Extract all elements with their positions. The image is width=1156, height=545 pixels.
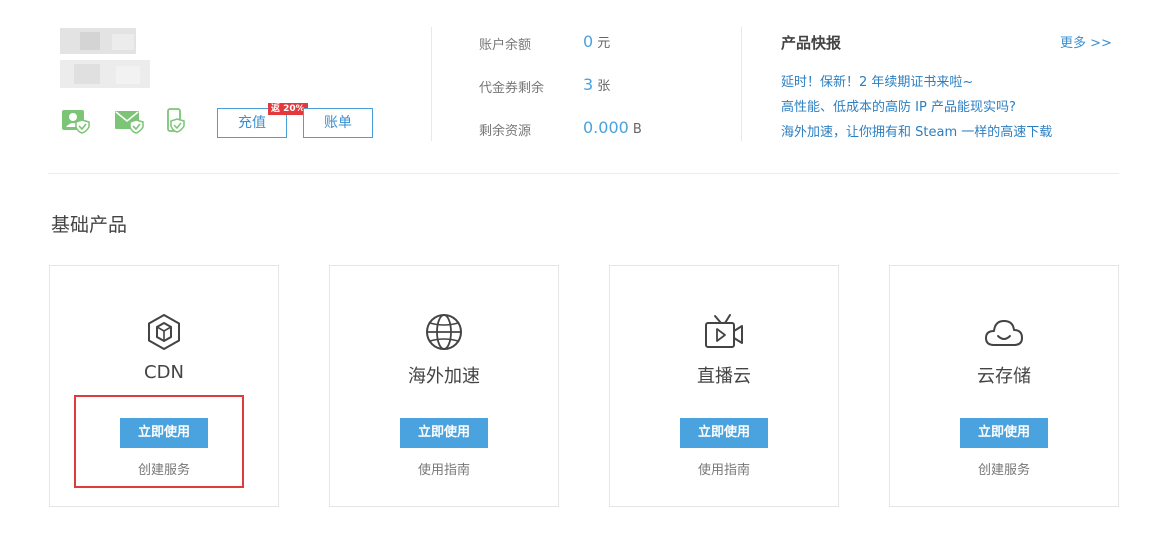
create-service-link[interactable]: 创建服务 xyxy=(890,459,1118,478)
product-card-cloud-storage: 云存储 立即使用 创建服务 xyxy=(889,265,1119,507)
news-item[interactable]: 海外加速，让你拥有和 Steam 一样的高速下载 xyxy=(781,121,1052,140)
product-card-live-cloud: 直播云 立即使用 使用指南 xyxy=(609,265,839,507)
annotation-highlight-box xyxy=(74,395,244,488)
usage-guide-link[interactable]: 使用指南 xyxy=(610,459,838,478)
use-now-button[interactable]: 立即使用 xyxy=(960,418,1048,448)
voucher-amount[interactable]: 3 xyxy=(583,75,593,94)
news-item[interactable]: 高性能、低成本的高防 IP 产品能现实吗? xyxy=(781,96,1016,115)
product-name: CDN xyxy=(144,362,184,383)
balance-amount: 0 xyxy=(583,32,594,51)
live-tv-icon xyxy=(610,312,838,352)
news-item[interactable]: 延时！保新！2 年续期证书来啦~ xyxy=(781,71,973,90)
use-now-button[interactable]: 立即使用 xyxy=(400,418,488,448)
bill-button[interactable]: 账单 xyxy=(303,108,373,138)
voucher-unit: 张 xyxy=(597,79,611,94)
user-verify-icon[interactable] xyxy=(61,108,91,134)
product-name: 云存储 xyxy=(977,366,1031,387)
mail-verify-icon[interactable] xyxy=(114,108,144,134)
news-more-link[interactable]: 更多 >> xyxy=(1060,32,1112,51)
balance-value: 0元 xyxy=(583,32,610,51)
section-title: 基础产品 xyxy=(51,214,128,236)
resource-unit: B xyxy=(632,122,642,137)
section-divider xyxy=(48,173,1119,174)
cloud-icon xyxy=(890,312,1118,352)
usage-guide-link[interactable]: 使用指南 xyxy=(330,459,558,478)
phone-verify-icon[interactable] xyxy=(166,108,188,134)
resource-value: 0.000 B xyxy=(583,118,642,137)
product-card-overseas-acceleration: 海外加速 立即使用 使用指南 xyxy=(329,265,559,507)
balance-label: 账户余额 xyxy=(479,38,532,53)
divider xyxy=(741,27,742,141)
product-name: 直播云 xyxy=(697,366,751,387)
voucher-value[interactable]: 3张 xyxy=(583,75,610,94)
globe-icon xyxy=(330,312,558,352)
blurred-username xyxy=(60,28,152,90)
news-title: 产品快报 xyxy=(781,34,842,52)
resource-amount: 0.000 xyxy=(583,118,629,137)
use-now-button[interactable]: 立即使用 xyxy=(680,418,768,448)
product-name: 海外加速 xyxy=(408,366,480,387)
cdn-hexagon-icon xyxy=(50,312,278,352)
resource-label: 剩余资源 xyxy=(479,124,532,139)
balance-unit: 元 xyxy=(597,36,611,51)
divider xyxy=(431,27,432,141)
promo-badge: 返 20% xyxy=(268,103,308,115)
voucher-label: 代金券剩余 xyxy=(479,81,545,96)
